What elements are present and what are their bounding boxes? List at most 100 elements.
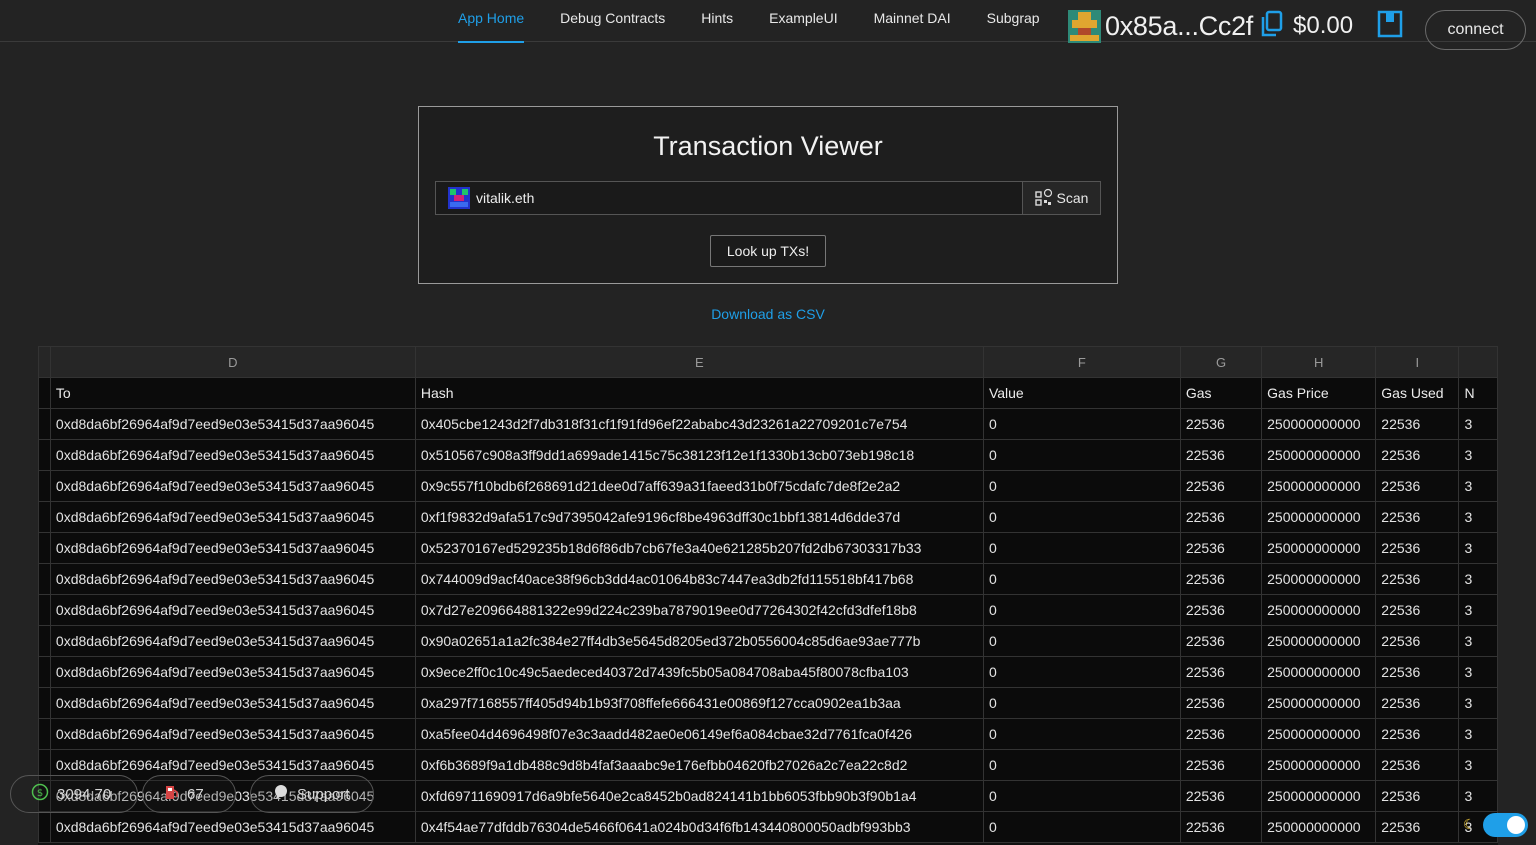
cell-hash[interactable]: 0x7d27e209664881322e99d224c239ba7879019e… [414,594,984,626]
account-address[interactable]: 0x85a...Cc2f [1105,11,1253,42]
column-letter[interactable]: F [982,346,1181,378]
cell-hash[interactable]: 0xa297f7168557ff405d94b1b93f708ffefe6664… [414,687,984,719]
wallet-icon[interactable] [1377,10,1403,43]
cell-gas-used[interactable]: 22536 [1375,656,1460,688]
cell-gas-used[interactable]: 22536 [1375,408,1460,440]
eth-price-pill[interactable]: $ 3094.70 [10,775,138,813]
cell-value[interactable]: 0 [982,532,1181,564]
cell-gas-price[interactable]: 250000000000 [1261,780,1377,812]
header-gas-price[interactable]: Gas Price [1261,377,1377,409]
cell-gas[interactable]: 22536 [1179,718,1263,750]
cell-gas-price[interactable]: 250000000000 [1261,439,1377,471]
cell-hash[interactable]: 0x4f54ae77dfddb76304de5466f0641a024b0d34… [414,811,984,843]
column-letter[interactable]: I [1375,346,1460,378]
cell-gas-price[interactable]: 250000000000 [1261,811,1377,843]
cell-gas-price[interactable]: 250000000000 [1261,594,1377,626]
cell-value[interactable]: 0 [982,625,1181,657]
header-n[interactable]: N [1458,377,1498,409]
cell-hash[interactable]: 0xa5fee04d4696498f07e3c3aadd482ae0e06149… [414,718,984,750]
connect-button[interactable]: connect [1425,10,1526,50]
column-letter[interactable]: E [414,346,984,378]
header-hash[interactable]: Hash [414,377,984,409]
cell-gas-used[interactable]: 22536 [1375,470,1460,502]
tab-debug-contracts[interactable]: Debug Contracts [542,0,683,42]
header-gas-used[interactable]: Gas Used [1375,377,1460,409]
cell-gas-price[interactable]: 250000000000 [1261,749,1377,781]
cell-hash[interactable]: 0x405cbe1243d2f7db318f31cf1f91fd96ef22ab… [414,408,984,440]
cell-gas-price[interactable]: 250000000000 [1261,501,1377,533]
cell-to[interactable]: 0xd8da6bf26964af9d7eed9e03e53415d37aa960… [49,656,416,688]
cell-n[interactable]: 3 [1458,718,1498,750]
cell-n[interactable]: 3 [1458,687,1498,719]
cell-to[interactable]: 0xd8da6bf26964af9d7eed9e03e53415d37aa960… [49,439,416,471]
cell-gas-price[interactable]: 250000000000 [1261,625,1377,657]
header-to[interactable]: To [49,377,416,409]
cell-gas-used[interactable]: 22536 [1375,532,1460,564]
cell-to[interactable]: 0xd8da6bf26964af9d7eed9e03e53415d37aa960… [49,687,416,719]
cell-gas-price[interactable]: 250000000000 [1261,532,1377,564]
cell-value[interactable]: 0 [982,408,1181,440]
cell-gas-used[interactable]: 22536 [1375,718,1460,750]
cell-gas-used[interactable]: 22536 [1375,563,1460,595]
cell-n[interactable]: 3 [1458,470,1498,502]
cell-to[interactable]: 0xd8da6bf26964af9d7eed9e03e53415d37aa960… [49,470,416,502]
cell-value[interactable]: 0 [982,718,1181,750]
cell-value[interactable]: 0 [982,439,1181,471]
column-letter[interactable]: H [1261,346,1377,378]
cell-n[interactable]: 3 [1458,439,1498,471]
cell-n[interactable]: 3 [1458,501,1498,533]
cell-gas[interactable]: 22536 [1179,594,1263,626]
cell-to[interactable]: 0xd8da6bf26964af9d7eed9e03e53415d37aa960… [49,811,416,843]
scan-button[interactable]: Scan [1022,182,1100,214]
cell-gas[interactable]: 22536 [1179,780,1263,812]
cell-n[interactable]: 3 [1458,656,1498,688]
cell-gas[interactable]: 22536 [1179,625,1263,657]
cell-n[interactable]: 3 [1458,749,1498,781]
cell-gas-price[interactable]: 250000000000 [1261,687,1377,719]
cell-hash[interactable]: 0xf6b3689f9a1db488c9d8b4faf3aaabc9e176ef… [414,749,984,781]
column-letter[interactable] [1458,346,1498,378]
cell-gas-used[interactable]: 22536 [1375,749,1460,781]
cell-value[interactable]: 0 [982,811,1181,843]
tab-example-ui[interactable]: ExampleUI [751,0,855,42]
download-csv-link[interactable]: Download as CSV [0,306,1536,322]
cell-gas[interactable]: 22536 [1179,811,1263,843]
cell-to[interactable]: 0xd8da6bf26964af9d7eed9e03e53415d37aa960… [49,532,416,564]
cell-value[interactable]: 0 [982,749,1181,781]
address-input[interactable] [476,182,1022,214]
header-value[interactable]: Value [982,377,1181,409]
cell-to[interactable]: 0xd8da6bf26964af9d7eed9e03e53415d37aa960… [49,501,416,533]
cell-n[interactable]: 3 [1458,408,1498,440]
cell-n[interactable]: 3 [1458,594,1498,626]
cell-gas-price[interactable]: 250000000000 [1261,656,1377,688]
gas-price-pill[interactable]: 67 [142,775,236,813]
tab-app-home[interactable]: App Home [440,0,542,43]
cell-hash[interactable]: 0x52370167ed529235b18d6f86db7cb67fe3a40e… [414,532,984,564]
cell-value[interactable]: 0 [982,780,1181,812]
cell-hash[interactable]: 0x9ece2ff0c10c49c5aedeced40372d7439fc5b0… [414,656,984,688]
cell-gas-price[interactable]: 250000000000 [1261,470,1377,502]
cell-gas-used[interactable]: 22536 [1375,687,1460,719]
cell-gas-used[interactable]: 22536 [1375,625,1460,657]
cell-gas-used[interactable]: 22536 [1375,439,1460,471]
cell-gas[interactable]: 22536 [1179,470,1263,502]
cell-to[interactable]: 0xd8da6bf26964af9d7eed9e03e53415d37aa960… [49,408,416,440]
cell-gas-price[interactable]: 250000000000 [1261,408,1377,440]
cell-gas-used[interactable]: 22536 [1375,501,1460,533]
cell-gas[interactable]: 22536 [1179,532,1263,564]
theme-toggle[interactable] [1483,813,1528,837]
cell-gas[interactable]: 22536 [1179,501,1263,533]
tab-mainnet-dai[interactable]: Mainnet DAI [856,0,969,42]
cell-to[interactable]: 0xd8da6bf26964af9d7eed9e03e53415d37aa960… [49,625,416,657]
cell-gas-used[interactable]: 22536 [1375,594,1460,626]
cell-n[interactable]: 3 [1458,532,1498,564]
cell-n[interactable]: 3 [1458,780,1498,812]
cell-gas-price[interactable]: 250000000000 [1261,563,1377,595]
cell-gas[interactable]: 22536 [1179,656,1263,688]
cell-value[interactable]: 0 [982,470,1181,502]
cell-gas[interactable]: 22536 [1179,408,1263,440]
cell-gas-used[interactable]: 22536 [1375,780,1460,812]
cell-n[interactable]: 3 [1458,563,1498,595]
cell-hash[interactable]: 0x744009d9acf40ace38f96cb3dd4ac01064b83c… [414,563,984,595]
cell-value[interactable]: 0 [982,656,1181,688]
